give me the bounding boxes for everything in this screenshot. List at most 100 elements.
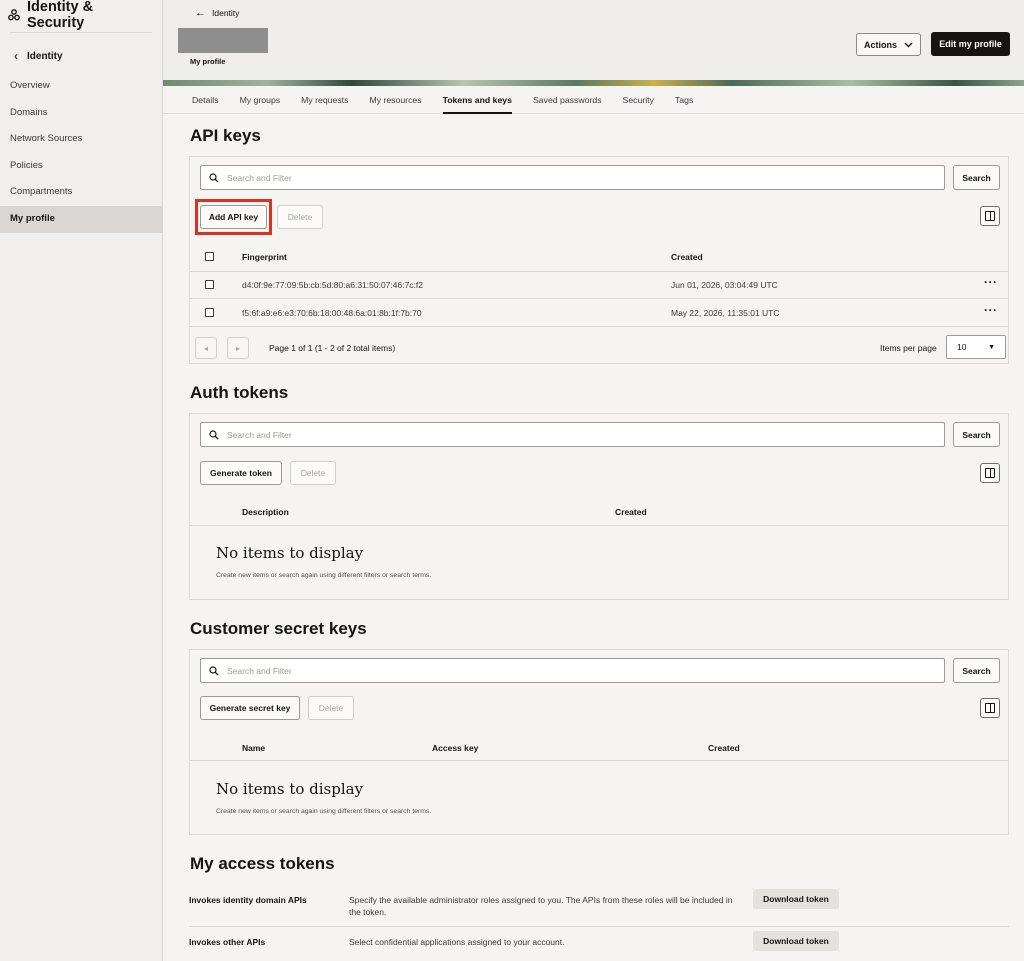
breadcrumb-back-link[interactable]: ← Identity (195, 7, 239, 19)
column-header-created[interactable]: Created (708, 743, 740, 753)
search-icon (209, 429, 219, 439)
tab-my-resources[interactable]: My resources (369, 86, 421, 113)
column-header-created[interactable]: Created (615, 507, 647, 517)
api-keys-search-input[interactable]: Search and Filter (200, 165, 945, 190)
access-token-label: Invokes other APIs (189, 937, 266, 947)
search-placeholder: Search and Filter (227, 429, 292, 440)
sidebar-item-compartments[interactable]: Compartments (0, 179, 162, 206)
column-toggle-button[interactable] (980, 463, 1000, 483)
search-icon (209, 665, 219, 675)
page-header: ← Identity My profile Actions Edit my pr… (163, 0, 1024, 80)
select-all-checkbox[interactable] (205, 252, 214, 261)
chevron-left-icon: ◂ (203, 343, 208, 353)
items-per-page-value: 10 (957, 342, 967, 352)
api-keys-delete-button[interactable]: Delete (277, 205, 323, 229)
tab-tokens-and-keys[interactable]: Tokens and keys (442, 86, 513, 114)
identity-logo-icon (8, 9, 20, 21)
columns-icon (985, 468, 995, 478)
column-header-name[interactable]: Name (242, 743, 265, 753)
column-header-fingerprint[interactable]: Fingerprint (242, 252, 287, 262)
row-divider (190, 271, 1008, 272)
download-token-button[interactable]: Download token (753, 889, 839, 909)
sidebar-item-domains[interactable]: Domains (0, 100, 162, 127)
sidebar-item-network-sources[interactable]: Network Sources (0, 126, 162, 153)
row-divider (189, 926, 1009, 927)
access-token-description: Select confidential applications assigne… (349, 937, 565, 947)
sidebar-back-identity[interactable]: ‹ Identity (0, 40, 162, 72)
breadcrumb-label: Identity (212, 8, 240, 18)
column-header-created[interactable]: Created (671, 252, 703, 262)
generate-token-button[interactable]: Generate token (200, 461, 282, 485)
secret-keys-search-button[interactable]: Search (953, 658, 1000, 683)
secret-keys-search-input[interactable]: Search and Filter (200, 658, 945, 683)
row-divider (190, 760, 1008, 761)
items-per-page-select[interactable]: 10 ▼ (946, 335, 1006, 359)
page-subtitle: My profile (190, 57, 226, 66)
sidebar-nav: Overview Domains Network Sources Policie… (0, 73, 162, 233)
tab-tags[interactable]: Tags (675, 86, 693, 113)
previous-page-button[interactable]: ◂ (195, 337, 217, 359)
sidebar-item-policies[interactable]: Policies (0, 153, 162, 180)
download-token-button[interactable]: Download token (753, 931, 839, 951)
row-checkbox[interactable] (205, 308, 214, 317)
column-toggle-button[interactable] (980, 206, 1000, 226)
tab-details[interactable]: Details (192, 86, 219, 113)
tab-saved-passwords[interactable]: Saved passwords (533, 86, 602, 113)
access-token-label: Invokes identity domain APIs (189, 895, 307, 905)
column-toggle-button[interactable] (980, 698, 1000, 718)
app-title-text: Identity & Security (27, 0, 94, 31)
row-actions-menu-icon[interactable]: ··· (984, 303, 998, 317)
generate-secret-key-button[interactable]: Generate secret key (200, 696, 300, 720)
sidebar-divider (10, 32, 152, 33)
row-checkbox[interactable] (205, 280, 214, 289)
empty-state-title: No items to display (216, 780, 364, 798)
created-cell: Jun 01, 2026, 03:04:49 UTC (671, 280, 778, 290)
auth-tokens-search-input[interactable]: Search and Filter (200, 422, 945, 447)
empty-state-title: No items to display (216, 544, 364, 562)
api-keys-search-button[interactable]: Search (953, 165, 1000, 190)
chevron-left-icon: ‹ (14, 49, 18, 63)
row-divider (190, 525, 1008, 526)
secret-keys-delete-button[interactable]: Delete (308, 696, 354, 720)
api-keys-panel: Search and Filter Search Add API key Del… (189, 156, 1009, 364)
empty-state-description: Create new items or search again using d… (216, 572, 432, 579)
row-divider (190, 298, 1008, 299)
chevron-right-icon: ▸ (235, 343, 240, 353)
tab-bar: Details My groups My requests My resourc… (163, 86, 1024, 114)
access-token-row: Invokes identity domain APIs Specify the… (189, 887, 1009, 927)
redacted-username (178, 28, 268, 53)
auth-tokens-title: Auth tokens (190, 383, 289, 402)
column-header-description[interactable]: Description (242, 507, 289, 517)
edit-my-profile-button[interactable]: Edit my profile (931, 32, 1010, 56)
access-tokens-title: My access tokens (190, 854, 335, 873)
row-divider (190, 326, 1008, 327)
column-header-access-key[interactable]: Access key (432, 743, 478, 753)
tab-my-requests[interactable]: My requests (301, 86, 348, 113)
chevron-down-icon (904, 42, 913, 47)
actions-button[interactable]: Actions (856, 33, 921, 56)
search-icon (209, 172, 219, 182)
sidebar-item-overview[interactable]: Overview (0, 73, 162, 100)
secret-keys-panel: Search and Filter Search Generate secret… (189, 649, 1009, 835)
api-keys-title: API keys (190, 126, 261, 145)
caret-down-icon: ▼ (988, 343, 995, 351)
auth-tokens-panel: Search and Filter Search Generate token … (189, 413, 1009, 600)
search-placeholder: Search and Filter (227, 172, 292, 183)
auth-tokens-search-button[interactable]: Search (953, 422, 1000, 447)
sidebar-back-label: Identity (27, 50, 63, 62)
next-page-button[interactable]: ▸ (227, 337, 249, 359)
row-actions-menu-icon[interactable]: ··· (984, 275, 998, 289)
fingerprint-cell: f5:6f:a9:e6:e3:70:6b:18:00:48:6a:01:8b:1… (242, 308, 422, 318)
empty-state-description: Create new items or search again using d… (216, 808, 432, 815)
highlight-box (195, 199, 272, 235)
pagination-status: Page 1 of 1 (1 - 2 of 2 total items) (269, 343, 396, 353)
columns-icon (985, 211, 995, 221)
secret-keys-title: Customer secret keys (190, 619, 367, 638)
tab-security[interactable]: Security (623, 86, 654, 113)
sidebar-item-my-profile[interactable]: My profile (0, 205, 162, 233)
fingerprint-cell: d4:0f:9e:77:09:5b:cb:5d:80:a6:31:50:07:4… (242, 280, 424, 290)
actions-label: Actions (863, 39, 897, 50)
auth-tokens-delete-button[interactable]: Delete (290, 461, 336, 485)
tab-my-groups[interactable]: My groups (240, 86, 281, 113)
arrow-left-icon: ← (195, 7, 206, 19)
